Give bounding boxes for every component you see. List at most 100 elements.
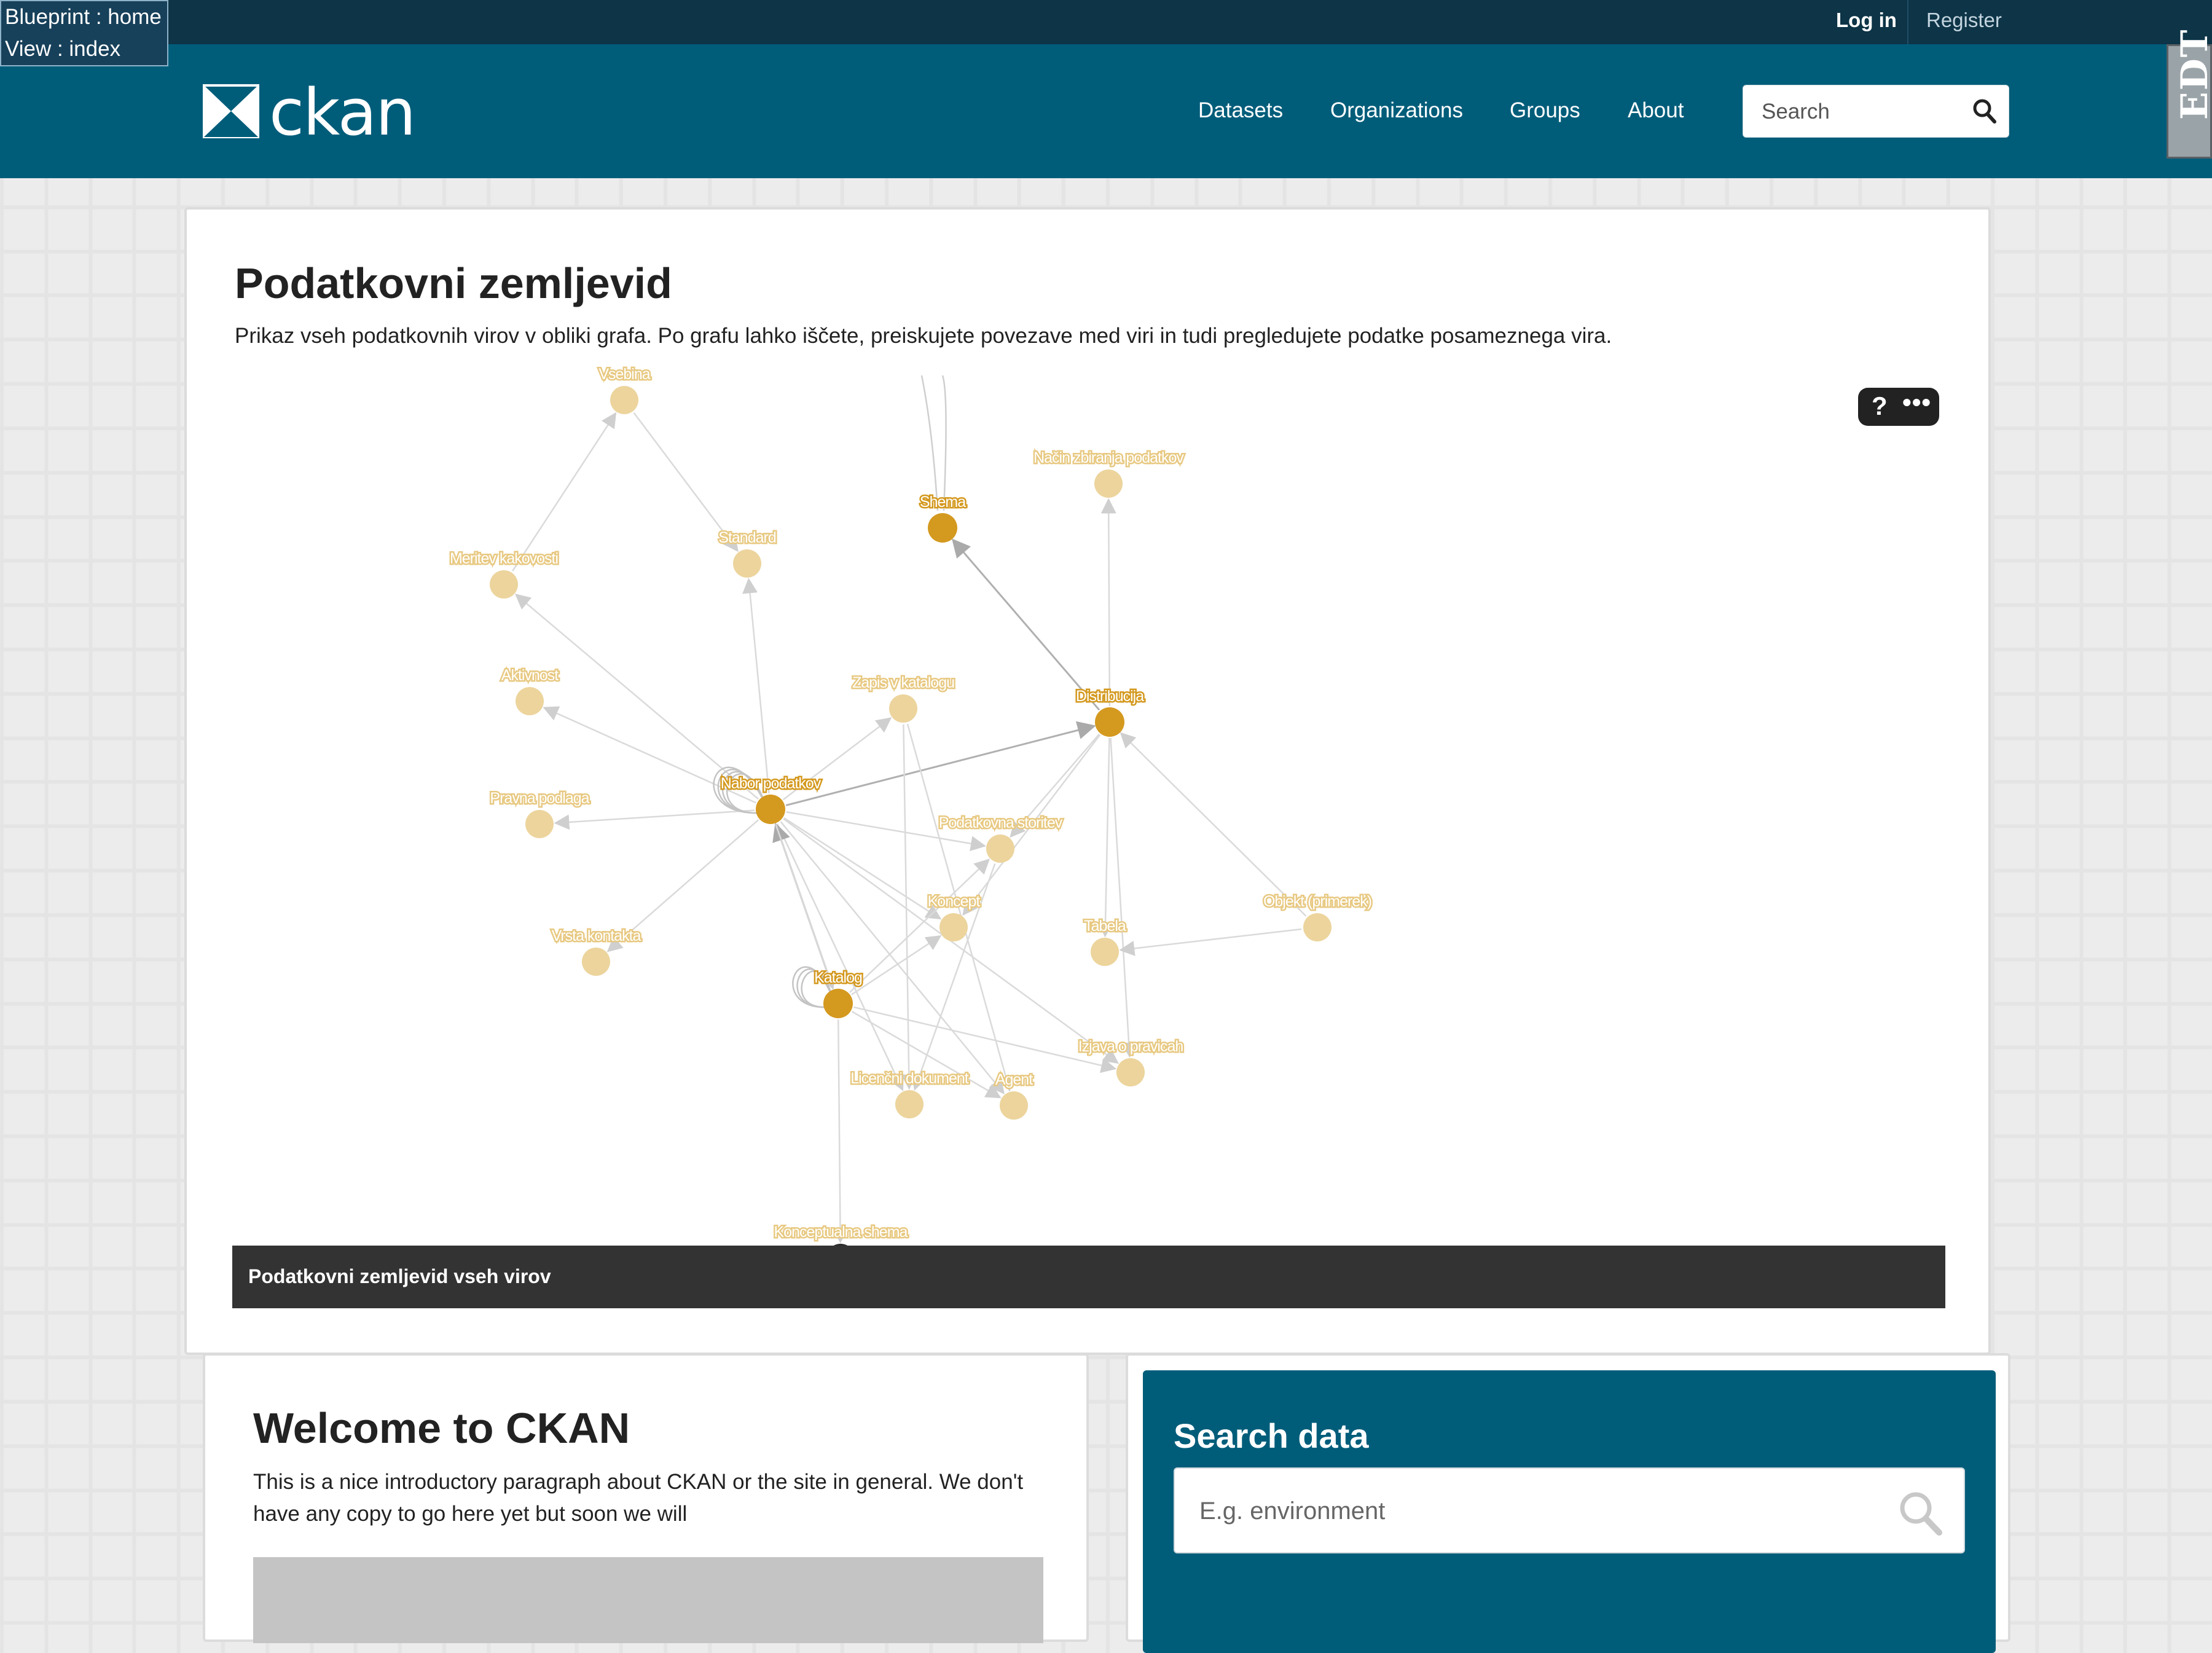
edt-badge-text: EDT <box>2173 28 2212 120</box>
ckan-logo-text[interactable]: ckan <box>269 75 416 150</box>
graph-node-storitev[interactable]: Podatkovna storitev <box>937 813 1065 863</box>
graph-edge-katalog-izjava <box>853 1006 1117 1074</box>
graph-node-aktivnost[interactable]: Aktivnost <box>500 666 561 715</box>
graph-node-izjava[interactable]: Izjava o pravicah <box>1077 1037 1185 1086</box>
graph-node-label: Aktivnost <box>501 667 559 684</box>
graph-node-circle[interactable] <box>889 694 917 723</box>
graph-edge-nabor-pravna <box>554 809 755 830</box>
graph-node-objekt[interactable]: Objekt (primerek) <box>1261 892 1374 941</box>
graph-node-circle[interactable] <box>1116 1058 1145 1086</box>
account-separator <box>1907 0 1908 44</box>
welcome-title: Welcome to CKAN <box>253 1404 630 1452</box>
graph-node-label: Katalog <box>814 969 862 986</box>
graph-node-label: Zapis v katalogu <box>852 674 954 691</box>
graph-caption-bar: Podatkovni zemljevid vseh virov <box>232 1246 1945 1308</box>
graph-edge-katalog-storitev <box>849 858 990 993</box>
graph-node-shema[interactable]: Shema <box>918 492 968 543</box>
welcome-text: This is a nice introductory paragraph ab… <box>253 1470 1024 1526</box>
nav-datasets[interactable]: Datasets <box>1198 98 1283 123</box>
graph-node-agent[interactable]: Agent <box>994 1070 1035 1120</box>
graph-node-vrsta[interactable]: Vrsta kontakta <box>550 926 643 976</box>
graph-node-label: Objekt (primerek) <box>1263 893 1371 910</box>
graph-edge-distribucija-nacin <box>1100 498 1116 707</box>
search-data-field <box>1174 1467 1965 1553</box>
graph-node-circle[interactable] <box>895 1090 924 1118</box>
header-search <box>1743 85 2009 138</box>
graph-node-circle[interactable] <box>1303 913 1332 941</box>
register-link[interactable]: Register <box>1926 9 2002 32</box>
login-link[interactable]: Log in <box>1836 9 1897 32</box>
search-icon[interactable] <box>1972 98 1998 125</box>
graph-node-circle[interactable] <box>928 513 957 543</box>
ckan-logo-icon[interactable] <box>203 84 259 138</box>
graph-edge-distribucija-tabela <box>1097 737 1113 938</box>
nav-groups[interactable]: Groups <box>1510 98 1580 123</box>
graph-node-label: Podatkovna storitev <box>939 814 1063 831</box>
graph-node-label: Vsebina <box>598 366 650 383</box>
graph-node-label: Izjava o pravicah <box>1078 1038 1183 1055</box>
graph-node-label: Agent <box>995 1071 1033 1088</box>
graph-node-label: Licenčni dokument <box>850 1070 969 1087</box>
graph-node-distribucija[interactable]: Distribucija <box>1074 686 1147 737</box>
account-bar: Log in Register <box>0 0 2212 44</box>
data-map-card: Podatkovni zemljevid Prikaz vseh podatko… <box>184 207 1991 1355</box>
graph-caption: Podatkovni zemljevid vseh virov <box>248 1265 551 1287</box>
welcome-card: Welcome to CKAN This is a nice introduct… <box>203 1353 1089 1643</box>
graph-node-circle[interactable] <box>1095 707 1124 737</box>
graph-edge-katalog-koncept <box>851 935 942 995</box>
graph-help-button[interactable]: ? <box>1872 391 1888 421</box>
data-map-graph[interactable]: Vsebina Način zbiranja podatkov Shema Stand… <box>187 210 1988 1353</box>
graph-node-label: Nabor podatkov <box>721 775 822 792</box>
graph-node-nacin[interactable]: Način zbiranja podatkov <box>1032 448 1186 498</box>
graph-node-licencni[interactable]: Licenčni dokument <box>849 1069 971 1118</box>
search-data-input[interactable] <box>1198 1493 1877 1529</box>
graph-node-label: Pravna podlaga <box>490 790 589 807</box>
graph-node-pravna[interactable]: Pravna podlaga <box>488 788 592 838</box>
graph-node-circle[interactable] <box>525 810 554 838</box>
graph-nodes: Vsebina Način zbiranja podatkov Shema Stand… <box>448 364 1374 1272</box>
debug-view: View : index <box>5 37 121 61</box>
nav-about[interactable]: About <box>1628 98 1684 123</box>
graph-node-label: Vrsta kontakta <box>552 927 641 944</box>
search-data-panel: Search data <box>1143 1370 1996 1653</box>
welcome-media-placeholder <box>253 1557 1043 1643</box>
graph-node-circle[interactable] <box>516 687 544 715</box>
graph-node-circle[interactable] <box>1091 938 1119 966</box>
graph-node-label: Meritev kakovosti <box>450 550 558 567</box>
nav-organizations[interactable]: Organizations <box>1330 98 1463 123</box>
graph-edge-nabor-agent <box>780 821 1005 1094</box>
edt-badge[interactable]: EDT <box>2167 29 2212 159</box>
graph-node-circle[interactable] <box>610 386 638 414</box>
graph-node-circle[interactable] <box>1094 469 1123 498</box>
graph-node-label: Standard <box>718 529 776 546</box>
graph-node-label: Distribucija <box>1076 688 1144 705</box>
graph-node-circle[interactable] <box>1000 1091 1028 1120</box>
graph-node-koncept[interactable]: Koncept <box>926 892 982 941</box>
graph-node-katalog[interactable]: Katalog <box>813 968 864 1018</box>
graph-node-tabela[interactable]: Tabela <box>1083 916 1128 966</box>
debug-blueprint: Blueprint : home <box>5 5 162 29</box>
graph-node-circle[interactable] <box>490 570 518 599</box>
graph-edge-incoming-shema-1 <box>941 375 947 511</box>
graph-node-label: Konceptualna shema <box>774 1223 908 1241</box>
graph-edge-distribucija-izjava <box>1110 737 1137 1058</box>
graph-node-label: Tabela <box>1084 917 1126 935</box>
graph-more-button[interactable]: ••• <box>1902 388 1931 417</box>
graph-node-circle[interactable] <box>756 795 785 824</box>
graph-node-meritev[interactable]: Meritev kakovosti <box>448 549 560 599</box>
graph-node-standard[interactable]: Standard <box>717 528 778 578</box>
masthead: ckan Datasets Organizations Groups About <box>0 44 2212 178</box>
search-data-title: Search data <box>1174 1416 1369 1455</box>
graph-node-zapis[interactable]: Zapis v katalogu <box>850 673 957 723</box>
search-data-icon[interactable] <box>1897 1490 1944 1536</box>
graph-node-circle[interactable] <box>733 549 761 578</box>
graph-node-circle[interactable] <box>986 834 1014 863</box>
graph-node-circle[interactable] <box>939 913 968 941</box>
graph-node-label: Koncept <box>928 893 981 910</box>
graph-node-circle[interactable] <box>582 948 610 976</box>
graph-edge-nabor-licencni <box>776 823 904 1091</box>
search-data-card: Search data <box>1126 1353 2010 1653</box>
graph-node-top[interactable]: Vsebina <box>597 364 653 414</box>
header-search-input[interactable] <box>1760 98 1966 126</box>
graph-node-circle[interactable] <box>823 989 853 1018</box>
